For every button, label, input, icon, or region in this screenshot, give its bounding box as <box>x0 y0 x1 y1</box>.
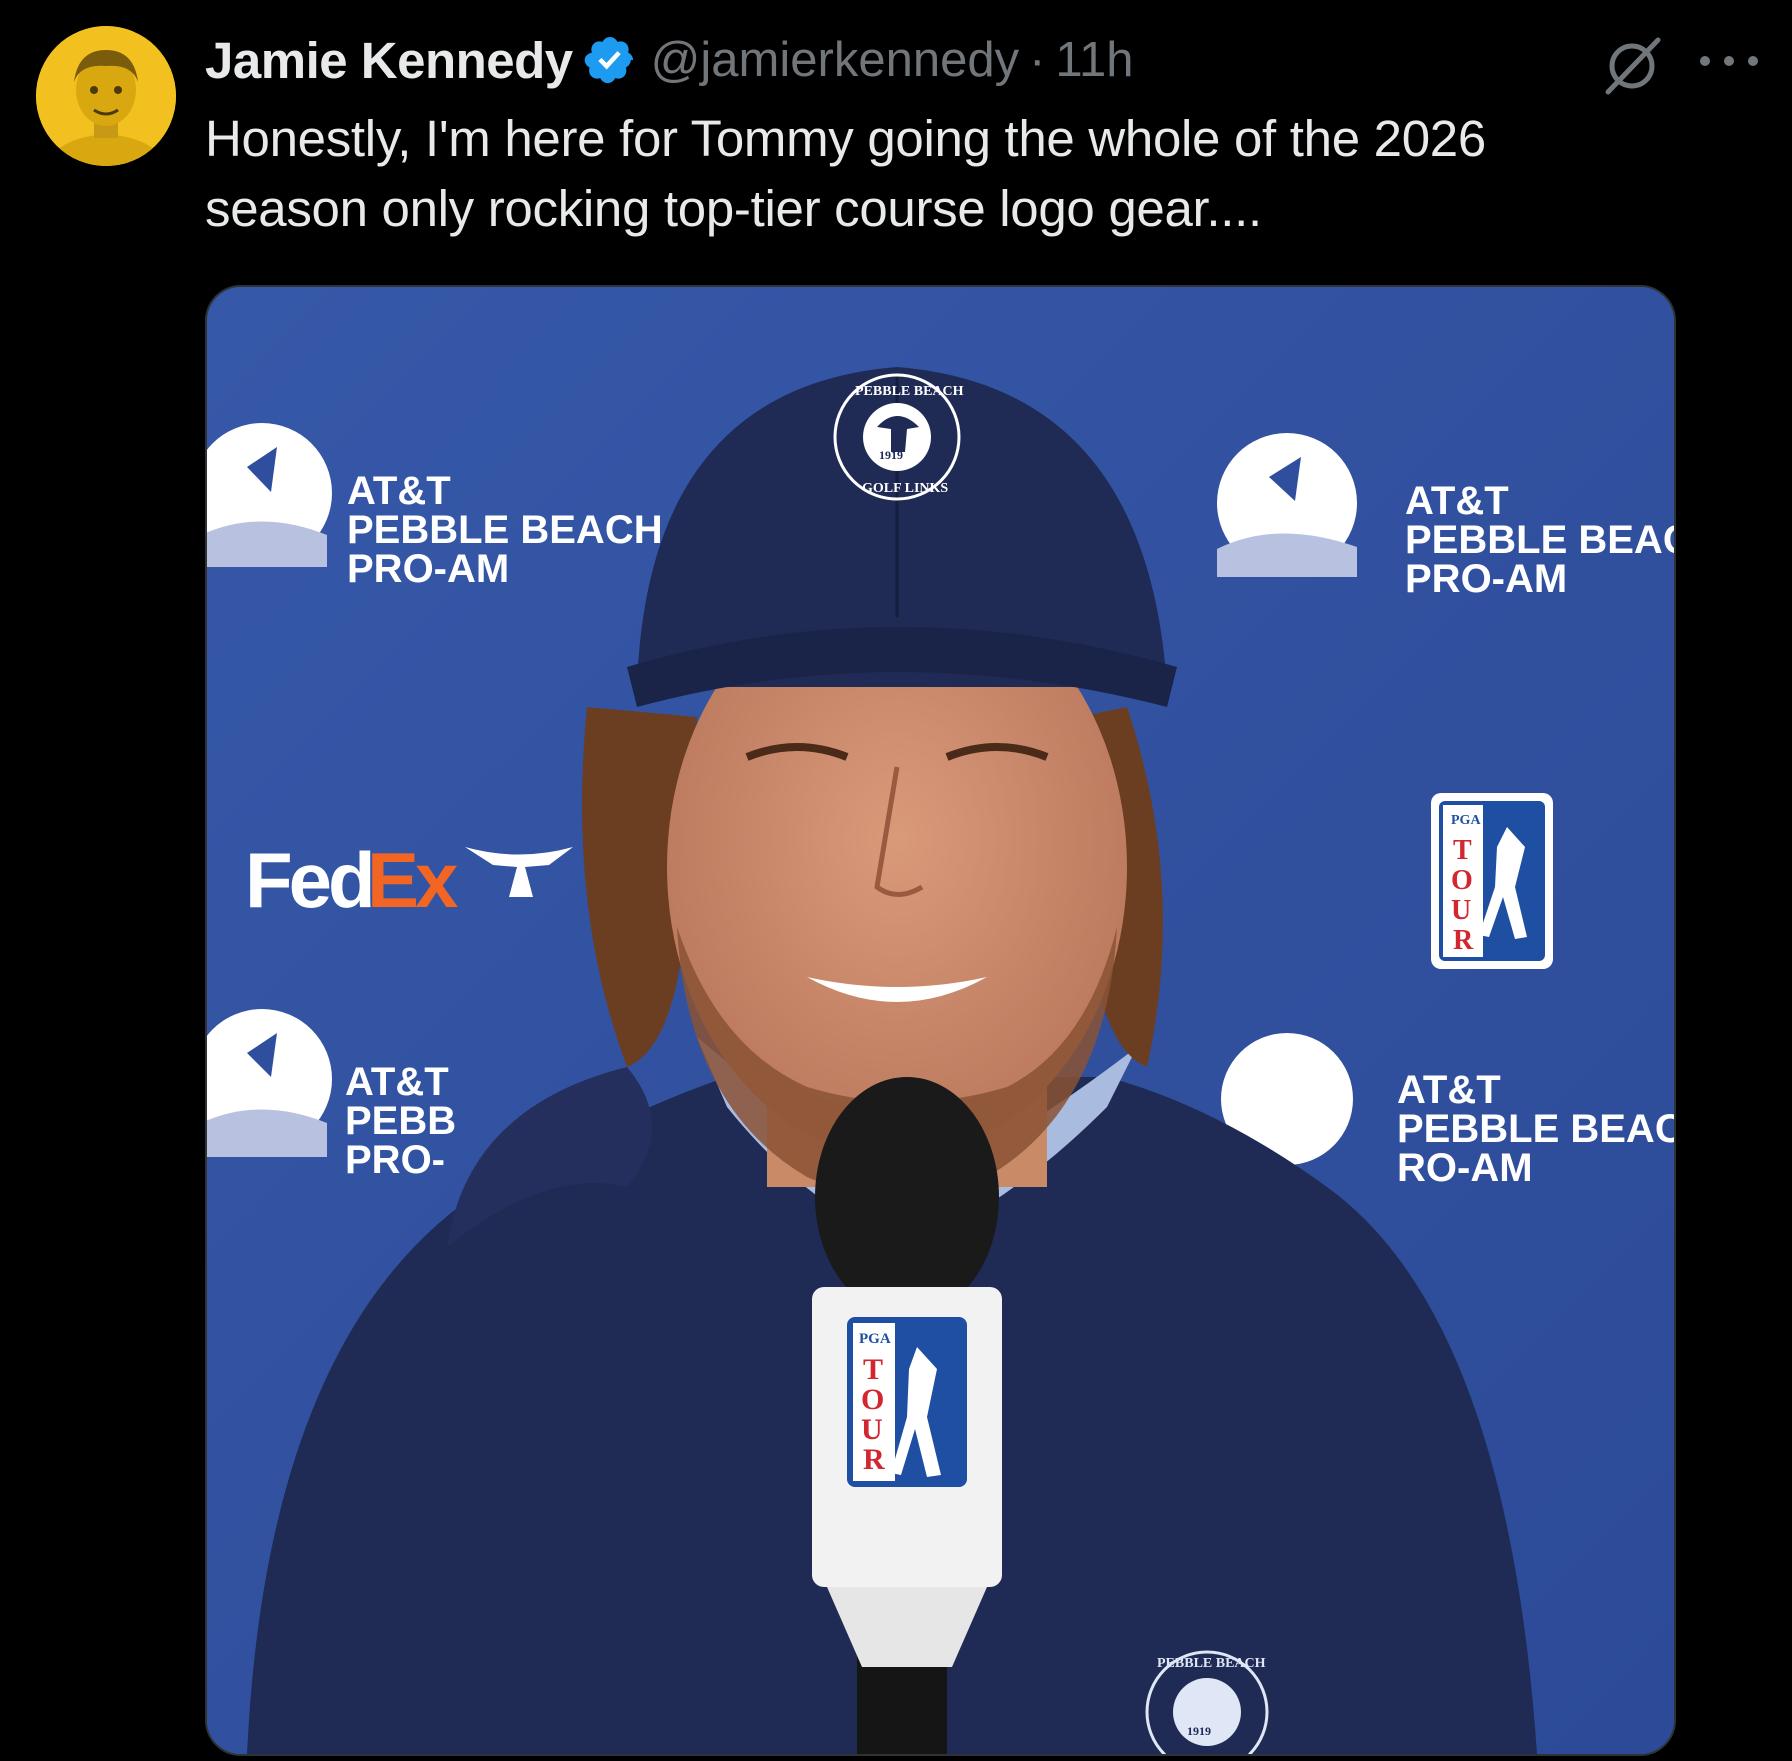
sponsor-text: PRO- <box>345 1138 445 1182</box>
tour-letter: R <box>1453 925 1474 956</box>
tweet-header: Jamie Kennedy @jamierkennedy · 11h <box>205 28 1134 92</box>
mic-tour-letter: R <box>863 1443 885 1476</box>
pga-tour-logo-backdrop: PGA T O U R <box>1431 793 1553 969</box>
handle[interactable]: @jamierkennedy <box>651 32 1019 88</box>
tour-letter: U <box>1451 895 1471 926</box>
mic-pga-text: PGA <box>859 1331 891 1347</box>
verified-badge-icon <box>583 33 637 87</box>
sponsor-text: AT&T <box>1405 479 1509 523</box>
avatar[interactable] <box>36 26 176 166</box>
pga-text: PGA <box>1451 813 1481 828</box>
cap-logo-top-text: PEBBLE BEACH <box>855 384 964 399</box>
sponsor-text: AT&T <box>347 469 451 513</box>
more-icon[interactable] <box>1700 36 1758 86</box>
sponsor-text: PEBB <box>345 1099 456 1143</box>
sponsor-text: PEBBLE BEACH <box>347 508 663 552</box>
mic-tour-letter: U <box>861 1413 883 1446</box>
chest-logo-year: 1919 <box>1187 1724 1211 1738</box>
more-dot <box>1700 56 1710 66</box>
cap-logo-bottom-text: GOLF LINKS <box>862 481 948 496</box>
tweet[interactable]: Jamie Kennedy @jamierkennedy · 11h Hones… <box>0 0 1792 1761</box>
tweet-media[interactable]: AT&T PEBBLE BEACH PRO-AM AT&T PEBBLE BEA… <box>205 285 1676 1756</box>
tour-letter: T <box>1453 835 1472 866</box>
mic-tour-letter: O <box>861 1383 884 1416</box>
tweet-text: Honestly, I'm here for Tommy going the w… <box>205 110 1486 237</box>
sponsor-text: PEBBLE BEAC <box>1397 1107 1674 1151</box>
cap-logo-year: 1919 <box>879 448 903 462</box>
fedex-text: Ex <box>367 836 458 924</box>
sponsor-text: PRO-AM <box>1405 557 1567 601</box>
chest-logo-top-text: PEBBLE BEACH <box>1157 1656 1266 1671</box>
sponsor-text: AT&T <box>345 1060 449 1104</box>
display-name[interactable]: Jamie Kennedy <box>205 31 573 90</box>
more-dot <box>1724 56 1734 66</box>
grok-icon[interactable] <box>1600 34 1664 98</box>
mic-tour-letter: T <box>863 1353 883 1386</box>
separator-dot: · <box>1029 33 1046 87</box>
sponsor-text: AT&T <box>1397 1068 1501 1112</box>
sponsor-text: RO-AM <box>1397 1146 1533 1190</box>
tour-letter: O <box>1451 865 1473 896</box>
sponsor-text: PEBBLE BEAC <box>1405 518 1674 562</box>
fedex-text: Fed <box>245 836 372 924</box>
more-dot <box>1748 56 1758 66</box>
sponsor-text: PRO-AM <box>347 547 509 591</box>
mic-head <box>815 1077 999 1317</box>
timestamp[interactable]: 11h <box>1055 32 1133 88</box>
